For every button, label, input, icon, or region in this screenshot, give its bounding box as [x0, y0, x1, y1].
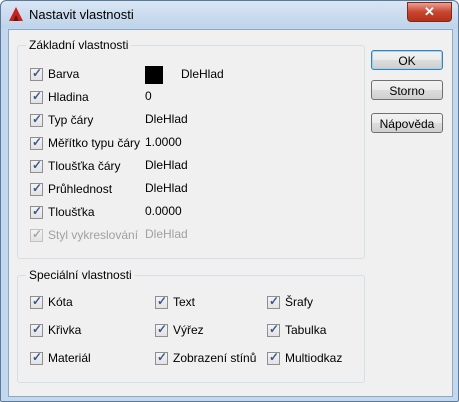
special-item-hatch[interactable]: ✓ Šrafy [267, 294, 313, 310]
transparency-checkbox[interactable]: ✓ [30, 181, 43, 196]
basic-row-plot-style: ✓ Styl vykreslování [30, 227, 138, 243]
material-label: Materiál [48, 351, 91, 365]
ok-button[interactable]: OK [371, 50, 443, 70]
special-item-table[interactable]: ✓ Tabulka [267, 322, 326, 338]
table-label: Tabulka [285, 323, 327, 337]
color-value: DleHlad [181, 67, 224, 81]
basic-row-lineweight[interactable]: ✓ Tloušťka čáry [30, 158, 121, 174]
layer-checkbox[interactable]: ✓ [30, 89, 43, 104]
lineweight-checkbox[interactable]: ✓ [30, 158, 43, 173]
viewport-checkbox[interactable]: ✓ [155, 322, 168, 337]
multileader-checkbox[interactable]: ✓ [267, 350, 280, 365]
thickness-checkbox[interactable]: ✓ [30, 204, 43, 219]
dialog-title: Nastavit vlastnosti [29, 7, 134, 22]
plot-style-value: DleHlad [145, 227, 188, 241]
basic-row-color[interactable]: ✓ Barva [30, 66, 79, 82]
table-checkbox[interactable]: ✓ [267, 322, 280, 337]
dialog-client-area: Základní vlastnosti ✓ Barva DleHlad ✓ Hl… [8, 29, 453, 397]
special-item-text[interactable]: ✓ Text [155, 294, 195, 310]
plot-style-checkbox: ✓ [30, 226, 43, 242]
basic-row-thickness[interactable]: ✓ Tloušťka [30, 204, 95, 220]
special-item-dimension[interactable]: ✓ Kóta [30, 294, 73, 310]
linetype-scale-checkbox[interactable]: ✓ [30, 135, 43, 150]
basic-properties-legend: Základní vlastnosti [26, 38, 132, 52]
plot-style-label: Styl vykreslování [48, 228, 139, 242]
material-checkbox[interactable]: ✓ [30, 350, 43, 365]
multileader-label: Multiodkaz [285, 351, 343, 365]
special-properties-legend: Speciální vlastnosti [26, 268, 135, 282]
lineweight-label: Tloušťka čáry [48, 159, 121, 173]
hatch-checkbox[interactable]: ✓ [267, 294, 280, 309]
linetype-checkbox[interactable]: ✓ [30, 112, 43, 127]
shadow-display-label: Zobrazení stínů [173, 351, 257, 365]
transparency-value: DleHlad [145, 181, 188, 195]
shadow-display-checkbox[interactable]: ✓ [155, 350, 168, 365]
dimension-checkbox[interactable]: ✓ [30, 294, 43, 309]
color-label: Barva [48, 67, 80, 81]
color-checkbox[interactable]: ✓ [30, 66, 43, 81]
lineweight-value: DleHlad [145, 158, 188, 172]
linetype-scale-value: 1.0000 [145, 135, 182, 149]
basic-properties-group: Základní vlastnosti ✓ Barva DleHlad ✓ Hl… [17, 38, 365, 259]
color-swatch [145, 66, 163, 84]
basic-row-linetype[interactable]: ✓ Typ čáry [30, 112, 93, 128]
special-item-shadow-display[interactable]: ✓ Zobrazení stínů [155, 350, 256, 366]
dimension-label: Kóta [48, 295, 73, 309]
special-properties-group: Speciální vlastnosti ✓ Kóta ✓ Text ✓ Šra… [17, 268, 365, 383]
linetype-value: DleHlad [145, 112, 188, 126]
thickness-value: 0.0000 [145, 204, 182, 218]
linetype-scale-label: Měřítko typu čáry [48, 136, 141, 150]
close-button[interactable]: ✕ [407, 2, 452, 22]
thickness-label: Tloušťka [48, 205, 95, 219]
special-item-multileader[interactable]: ✓ Multiodkaz [267, 350, 342, 366]
dialog-window: Nastavit vlastnosti ✕ Základní vlastnost… [0, 0, 459, 402]
text-label: Text [173, 295, 196, 309]
basic-row-transparency[interactable]: ✓ Průhlednost [30, 181, 112, 197]
basic-row-linetype-scale[interactable]: ✓ Měřítko typu čáry [30, 135, 140, 151]
title-bar[interactable]: Nastavit vlastnosti ✕ [1, 1, 458, 28]
polyline-label: Křivka [48, 323, 82, 337]
autocad-app-icon [9, 7, 23, 21]
polyline-checkbox[interactable]: ✓ [30, 322, 43, 337]
layer-value: 0 [145, 89, 152, 103]
layer-label: Hladina [48, 90, 89, 104]
cancel-button[interactable]: Storno [371, 80, 443, 100]
special-item-viewport[interactable]: ✓ Výřez [155, 322, 204, 338]
linetype-label: Typ čáry [48, 113, 94, 127]
text-checkbox[interactable]: ✓ [155, 294, 168, 309]
viewport-label: Výřez [173, 323, 204, 337]
special-item-polyline[interactable]: ✓ Křivka [30, 322, 81, 338]
hatch-label: Šrafy [285, 295, 314, 309]
special-item-material[interactable]: ✓ Materiál [30, 350, 91, 366]
basic-row-layer[interactable]: ✓ Hladina [30, 89, 89, 105]
help-button[interactable]: Nápověda [371, 113, 443, 133]
transparency-label: Průhlednost [48, 182, 113, 196]
